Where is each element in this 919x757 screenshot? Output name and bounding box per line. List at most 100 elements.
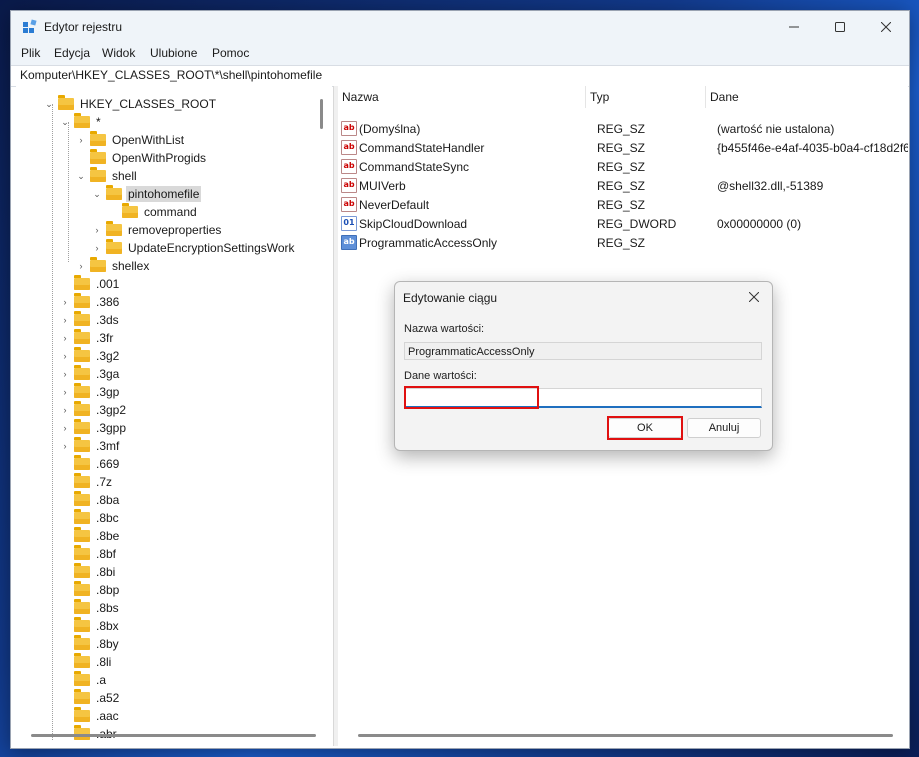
- tree-item-openwithprogids[interactable]: OpenWithProgids: [76, 149, 208, 167]
- tree-item-shell[interactable]: ⌄ shell: [76, 167, 139, 185]
- value-row[interactable]: 01 SkipCloudDownload REG_DWORD 0x00000000 (…: [338, 214, 908, 233]
- tree-item-extension[interactable]: .a: [60, 671, 108, 689]
- chevron-right-icon[interactable]: ›: [60, 387, 70, 397]
- chevron-right-icon[interactable]: ›: [60, 333, 70, 343]
- value-row[interactable]: ab (Domyślna) REG_SZ (wartość nie ustalona): [338, 119, 908, 138]
- close-button[interactable]: [863, 11, 909, 43]
- tree-item-extension[interactable]: .abr: [60, 725, 119, 741]
- chevron-right-icon[interactable]: ›: [60, 351, 70, 361]
- folder-icon: [74, 635, 90, 650]
- dialog-close-button[interactable]: [742, 286, 766, 308]
- folder-icon: [74, 545, 90, 560]
- tree-item-extension[interactable]: .001: [60, 275, 121, 293]
- tree-item-extension[interactable]: .8li: [60, 653, 113, 671]
- chevron-right-icon[interactable]: ›: [60, 297, 70, 307]
- tree-item-extension[interactable]: › .3gpp: [60, 419, 128, 437]
- tree-horizontal-scrollbar[interactable]: [31, 734, 316, 737]
- chevron-right-icon[interactable]: ›: [92, 225, 102, 235]
- value-row[interactable]: ab CommandStateHandler REG_SZ {b455f46e-e4a…: [338, 138, 908, 157]
- tree-item-star[interactable]: ⌄ *: [60, 113, 103, 131]
- tree-item-extension[interactable]: .aac: [60, 707, 121, 725]
- chevron-right-icon[interactable]: ›: [76, 135, 86, 145]
- tree-item-extension[interactable]: › .3gp2: [60, 401, 128, 419]
- tree-item-extension[interactable]: .a52: [60, 689, 121, 707]
- menu-view[interactable]: Widok: [102, 46, 135, 60]
- folder-icon: [74, 293, 90, 308]
- tree-item-extension[interactable]: .8by: [60, 635, 121, 653]
- maximize-icon: [835, 22, 845, 32]
- column-header-type[interactable]: Typ: [586, 86, 706, 108]
- tree-item-removeproperties[interactable]: › removeproperties: [92, 221, 223, 239]
- values-horizontal-scrollbar[interactable]: [358, 734, 893, 737]
- tree-item-label: .8be: [96, 529, 120, 543]
- tree-item-extension[interactable]: › .3ga: [60, 365, 121, 383]
- maximize-button[interactable]: [817, 11, 863, 43]
- value-data: {b455f46e-e4af-4035-b0a4-cf18d2f6f28e}: [717, 140, 908, 155]
- tree-item-pintohomefile[interactable]: ⌄ pintohomefile: [92, 185, 202, 203]
- tree-item-label: .8by: [96, 637, 119, 651]
- value-name: ProgrammaticAccessOnly: [359, 235, 498, 250]
- folder-icon: [74, 689, 90, 704]
- tree-item-extension[interactable]: .669: [60, 455, 121, 473]
- tree-item-openwithlist[interactable]: › OpenWithList: [76, 131, 186, 149]
- value-row[interactable]: ab CommandStateSync REG_SZ: [338, 157, 908, 176]
- tree-item-extension[interactable]: .8bf: [60, 545, 118, 563]
- chevron-down-icon[interactable]: ⌄: [44, 99, 54, 110]
- folder-icon: [106, 221, 122, 236]
- tree-item-label: .669: [96, 457, 120, 471]
- chevron-down-icon[interactable]: ⌄: [60, 117, 70, 128]
- address-bar[interactable]: Komputer\HKEY_CLASSES_ROOT\*\shell\pinto…: [11, 65, 909, 87]
- menu-file[interactable]: Plik: [21, 46, 40, 60]
- tree-item-label: .a: [96, 673, 107, 687]
- tree-item-extension[interactable]: .8bc: [60, 509, 121, 527]
- value-name: MUIVerb: [359, 178, 406, 193]
- cancel-button[interactable]: Anuluj: [687, 418, 761, 438]
- folder-icon: [90, 257, 106, 272]
- tree-item-extension[interactable]: › .386: [60, 293, 121, 311]
- tree-item-extension[interactable]: .8bp: [60, 581, 121, 599]
- tree-item-extension[interactable]: › .3gp: [60, 383, 121, 401]
- folder-icon: [74, 365, 90, 380]
- menu-edit[interactable]: Edycja: [54, 46, 90, 60]
- value-type: REG_DWORD: [597, 216, 677, 231]
- tree-item-label: .aac: [96, 709, 119, 723]
- tree-item-label: OpenWithList: [112, 133, 185, 147]
- tree-item-shellex[interactable]: › shellex: [76, 257, 151, 275]
- tree-item-extension[interactable]: .7z: [60, 473, 114, 491]
- tree-vertical-scrollbar[interactable]: [320, 99, 323, 129]
- chevron-right-icon[interactable]: ›: [76, 261, 86, 271]
- tree-item-extension[interactable]: .8bx: [60, 617, 121, 635]
- tree-item-hkcr[interactable]: ⌄ HKEY_CLASSES_ROOT: [44, 95, 218, 113]
- menu-help[interactable]: Pomoc: [212, 46, 249, 60]
- tree-item-extension[interactable]: .8ba: [60, 491, 121, 509]
- chevron-right-icon[interactable]: ›: [60, 441, 70, 451]
- tree-item-extension[interactable]: › .3mf: [60, 437, 121, 455]
- tree-item-extension[interactable]: .8be: [60, 527, 121, 545]
- menu-favorites[interactable]: Ulubione: [150, 46, 197, 60]
- tree-item-extension[interactable]: .8bi: [60, 563, 117, 581]
- chevron-right-icon[interactable]: ›: [60, 315, 70, 325]
- tree-item-label: .a52: [96, 691, 120, 705]
- chevron-down-icon[interactable]: ⌄: [76, 171, 86, 182]
- close-icon: [748, 291, 760, 303]
- tree-item-updateencryption[interactable]: › UpdateEncryptionSettingsWork: [92, 239, 297, 257]
- chevron-right-icon[interactable]: ›: [60, 423, 70, 433]
- tree-item-extension[interactable]: › .3g2: [60, 347, 121, 365]
- chevron-right-icon[interactable]: ›: [92, 243, 102, 253]
- value-row[interactable]: ab MUIVerb REG_SZ @shell32.dll,-51389: [338, 176, 908, 195]
- chevron-down-icon[interactable]: ⌄: [92, 189, 102, 200]
- tree-item-label: .3gpp: [96, 421, 127, 435]
- column-header-name[interactable]: Nazwa: [338, 86, 586, 108]
- value-row[interactable]: ab ProgrammaticAccessOnly REG_SZ: [338, 233, 908, 252]
- tree-item-command[interactable]: command: [108, 203, 199, 221]
- tree-item-extension[interactable]: › .3fr: [60, 329, 115, 347]
- address-path[interactable]: Komputer\HKEY_CLASSES_ROOT\*\shell\pinto…: [20, 68, 322, 82]
- minimize-button[interactable]: [771, 11, 817, 43]
- chevron-right-icon[interactable]: ›: [60, 369, 70, 379]
- tree-item-extension[interactable]: .8bs: [60, 599, 121, 617]
- chevron-right-icon[interactable]: ›: [60, 405, 70, 415]
- column-header-data[interactable]: Dane: [706, 86, 908, 108]
- tree-item-extension[interactable]: › .3ds: [60, 311, 121, 329]
- value-row[interactable]: ab NeverDefault REG_SZ: [338, 195, 908, 214]
- string-value-icon: ab: [341, 140, 357, 155]
